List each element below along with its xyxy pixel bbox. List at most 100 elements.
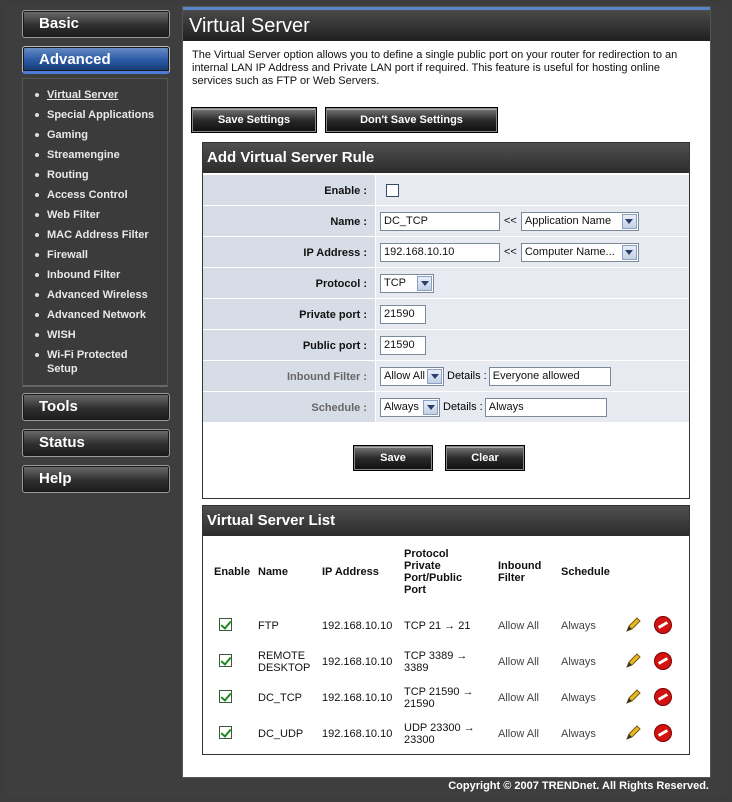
add-rule-panel: Add Virtual Server Rule Enable : Name : … [202, 142, 690, 499]
row-inbound: Allow All [498, 692, 539, 704]
app-frame: Basic Advanced Virtual Server Special Ap… [0, 0, 732, 802]
sidebar-item-advanced-network[interactable]: Advanced Network [23, 305, 167, 325]
public-port-input[interactable] [380, 335, 426, 355]
sidebar-item-access-control[interactable]: Access Control [23, 185, 167, 205]
pencil-icon[interactable] [623, 615, 643, 635]
sidebar-item-virtual-server[interactable]: Virtual Server [23, 85, 167, 105]
sidebar-item-label: Advanced Network [47, 309, 147, 321]
pencil-icon[interactable] [623, 687, 643, 707]
row-enable-checkbox[interactable] [219, 618, 232, 631]
row-ip: 192.168.10.10 [322, 620, 393, 632]
settings-button-row: Save Settings Don't Save Settings [192, 108, 497, 132]
name-copy-arrow[interactable]: << [504, 215, 517, 227]
name-input[interactable] [380, 211, 500, 231]
row-name: REMOTE [258, 650, 306, 662]
copyright-footer: Copyright © 2007 TRENDnet. All Rights Re… [448, 780, 709, 792]
page-title: Virtual Server [183, 7, 710, 41]
bullet-icon [35, 173, 39, 177]
ip-address-input[interactable] [380, 242, 500, 262]
bullet-icon [35, 253, 39, 257]
sidebar-item-gaming[interactable]: Gaming [23, 125, 167, 145]
row-inbound: Allow All [498, 728, 539, 740]
delete-icon[interactable] [653, 615, 673, 635]
enable-label: Enable : [203, 175, 375, 205]
ip-copy-arrow[interactable]: << [504, 246, 517, 258]
sidebar-item-label: Gaming [47, 129, 88, 141]
sidebar-item-advanced-wireless[interactable]: Advanced Wireless [23, 285, 167, 305]
pencil-icon[interactable] [623, 723, 643, 743]
dont-save-settings-button[interactable]: Don't Save Settings [326, 108, 497, 132]
inbound-filter-select[interactable]: Allow All [380, 366, 444, 386]
sidebar-item-mac-address-filter[interactable]: MAC Address Filter [23, 225, 167, 245]
col-protocol-line2: Private [404, 560, 441, 572]
enable-checkbox[interactable] [386, 183, 399, 197]
bullet-icon [35, 353, 39, 357]
schedule-row: Schedule : Always Details : [203, 391, 689, 422]
sidebar-item-label: Advanced Wireless [47, 289, 148, 301]
bullet-icon [35, 133, 39, 137]
nav-help-button[interactable]: Help [22, 465, 170, 493]
pencil-icon[interactable] [623, 651, 643, 671]
save-rule-button[interactable]: Save [354, 446, 432, 470]
col-inbound-filter: Inbound Filter [498, 536, 561, 608]
sidebar-item-inbound-filter[interactable]: Inbound Filter [23, 265, 167, 285]
nav-basic-button[interactable]: Basic [22, 10, 170, 38]
row-enable-checkbox[interactable] [219, 654, 232, 667]
computer-name-select[interactable]: Computer Name... [520, 242, 639, 262]
nav-status-button[interactable]: Status [22, 429, 170, 457]
row-schedule: Always [561, 692, 596, 704]
save-settings-button[interactable]: Save Settings [192, 108, 316, 132]
sidebar-item-wish[interactable]: WISH [23, 325, 167, 345]
row-protocol: UDP 23300 → [404, 722, 475, 734]
row-inbound: Allow All [498, 620, 539, 632]
row-protocol-line2: 21590 [404, 698, 435, 710]
sidebar-item-label: Firewall [47, 249, 88, 261]
row-protocol: TCP 3389 → [404, 650, 468, 662]
row-inbound: Allow All [498, 656, 539, 668]
row-ip: 192.168.10.10 [322, 692, 393, 704]
schedule-details-label: Details : [443, 401, 483, 413]
sidebar-item-label: Routing [47, 169, 89, 181]
bullet-icon [35, 113, 39, 117]
application-name-select-value: Application Name [524, 215, 612, 227]
row-ip: 192.168.10.10 [322, 728, 393, 740]
bullet-icon [35, 293, 39, 297]
chevron-down-icon [621, 213, 637, 229]
nav-tools-button[interactable]: Tools [22, 393, 170, 421]
row-name-line2: DESKTOP [258, 662, 311, 674]
public-port-label: Public port : [203, 330, 375, 360]
private-port-input[interactable] [380, 304, 426, 324]
delete-icon[interactable] [653, 723, 673, 743]
protocol-select[interactable]: TCP [380, 273, 434, 293]
sidebar-item-firewall[interactable]: Firewall [23, 245, 167, 265]
bullet-icon [35, 213, 39, 217]
sidebar-item-web-filter[interactable]: Web Filter [23, 205, 167, 225]
row-protocol: TCP 21 → 21 [404, 620, 471, 632]
bullet-icon [35, 333, 39, 337]
name-row: Name : << Application Name [203, 205, 689, 236]
sidebar-item-label: Inbound Filter [47, 269, 121, 281]
row-schedule: Always [561, 620, 596, 632]
bullet-icon [35, 233, 39, 237]
sidebar-item-wifi-protected-setup[interactable]: Wi-Fi Protected Setup [23, 345, 167, 379]
sidebar-item-streamengine[interactable]: Streamengine [23, 145, 167, 165]
application-name-select[interactable]: Application Name [520, 211, 639, 231]
sidebar-item-routing[interactable]: Routing [23, 165, 167, 185]
row-enable-checkbox[interactable] [219, 726, 232, 739]
chevron-down-icon [423, 399, 438, 415]
nav-advanced-button[interactable]: Advanced [22, 46, 170, 74]
row-ip: 192.168.10.10 [322, 656, 393, 668]
protocol-select-value: TCP [384, 277, 406, 289]
clear-rule-button[interactable]: Clear [446, 446, 524, 470]
bullet-icon [35, 313, 39, 317]
col-inbound-line2: Filter [498, 572, 525, 584]
schedule-select[interactable]: Always [380, 397, 440, 417]
sidebar-item-special-applications[interactable]: Special Applications [23, 105, 167, 125]
col-protocol-line4: Port [404, 584, 426, 596]
inbound-filter-select-value: Allow All [384, 370, 425, 382]
delete-icon[interactable] [653, 651, 673, 671]
delete-icon[interactable] [653, 687, 673, 707]
ip-label: IP Address : [203, 237, 375, 267]
col-ip-address: IP Address [322, 566, 379, 578]
row-enable-checkbox[interactable] [219, 690, 232, 703]
